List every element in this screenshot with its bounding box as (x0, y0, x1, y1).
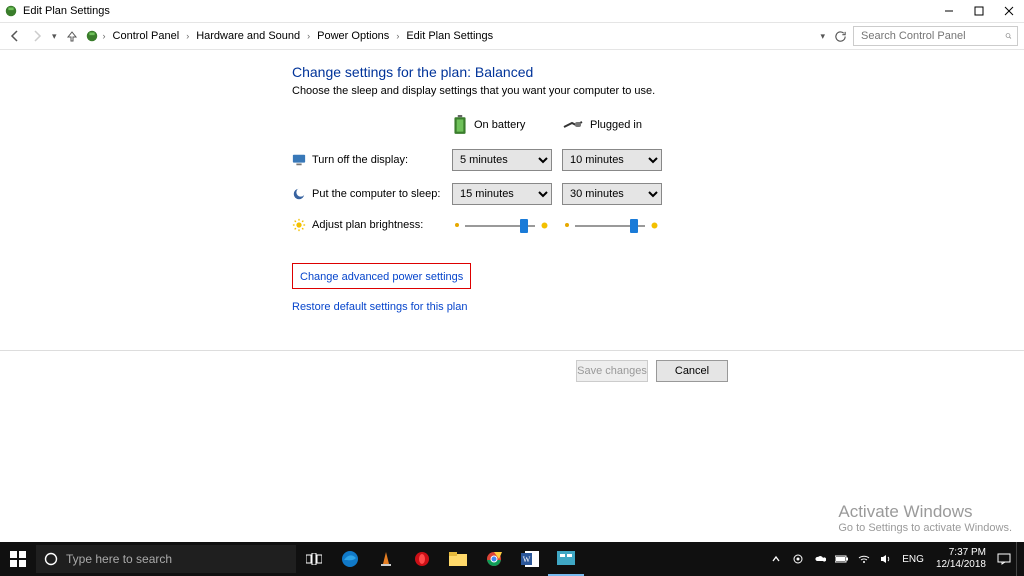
up-button[interactable] (63, 27, 81, 45)
edge-icon[interactable] (332, 542, 368, 576)
chevron-right-icon[interactable]: › (307, 31, 310, 41)
opera-icon[interactable] (404, 542, 440, 576)
activate-windows-watermark: Activate Windows Go to Settings to activ… (838, 502, 1012, 534)
chevron-right-icon[interactable]: › (103, 31, 106, 41)
row-label-text: Put the computer to sleep: (312, 188, 440, 200)
back-button[interactable] (6, 27, 24, 45)
power-options-icon (85, 29, 99, 43)
row-brightness: Adjust plan brightness: (292, 217, 1024, 233)
toolbar: ▾ › Control Panel › Hardware and Sound ›… (0, 22, 1024, 50)
tray-chevron-up-icon[interactable] (766, 542, 786, 576)
moon-icon (292, 187, 306, 201)
row-label-text: Turn off the display: (312, 154, 408, 166)
column-plugged-in: Plugged in (562, 118, 672, 132)
refresh-button[interactable] (831, 27, 849, 45)
action-center-button[interactable] (994, 542, 1014, 576)
title-bar: Edit Plan Settings (0, 0, 1024, 22)
highlighted-link-box: Change advanced power settings (292, 263, 471, 289)
watermark-subtitle: Go to Settings to activate Windows. (838, 522, 1012, 534)
battery-icon (452, 115, 468, 135)
address-dropdown-button[interactable]: ▾ (818, 31, 827, 42)
page-heading: Change settings for the plan: Balanced (292, 64, 1024, 80)
column-on-battery: On battery (452, 115, 562, 135)
row-sleep: Put the computer to sleep: 15 minutes 30… (292, 183, 1024, 205)
column-label: On battery (474, 119, 525, 131)
settings-taskbar-icon[interactable] (548, 542, 584, 576)
tray-time: 7:37 PM (936, 547, 986, 559)
sleep-battery-select[interactable]: 15 minutes (452, 183, 552, 205)
tray-date: 12/14/2018 (936, 559, 986, 571)
forward-button[interactable] (28, 27, 46, 45)
chrome-icon[interactable] (476, 542, 512, 576)
breadcrumb: › Control Panel › Hardware and Sound › P… (103, 28, 815, 44)
search-input[interactable] (859, 29, 1005, 43)
taskbar: Type here to search W ENG 7:37 PM 12/14/… (0, 542, 1024, 576)
plug-icon (562, 118, 584, 132)
window-title: Edit Plan Settings (23, 5, 934, 17)
tray-volume-icon[interactable] (876, 542, 896, 576)
brightness-plugged-slider[interactable] (562, 217, 672, 233)
windows-icon (10, 551, 26, 567)
content-area: Change settings for the plan: Balanced C… (0, 50, 1024, 542)
search-icon (1005, 30, 1012, 42)
sun-small-icon (452, 220, 462, 230)
search-box[interactable] (853, 26, 1018, 46)
button-row: Save changes Cancel (0, 350, 1024, 390)
close-button[interactable] (994, 0, 1024, 22)
monitor-icon (292, 153, 306, 167)
chevron-right-icon[interactable]: › (186, 31, 189, 41)
breadcrumb-power-options[interactable]: Power Options (314, 28, 392, 44)
word-icon[interactable]: W (512, 542, 548, 576)
sun-small-icon (562, 220, 572, 230)
chevron-right-icon[interactable]: › (396, 31, 399, 41)
system-tray: ENG 7:37 PM 12/14/2018 (766, 542, 1024, 576)
breadcrumb-edit-plan[interactable]: Edit Plan Settings (403, 28, 496, 44)
tray-location-icon[interactable] (788, 542, 808, 576)
start-button[interactable] (0, 542, 36, 576)
recent-locations-button[interactable]: ▾ (50, 31, 59, 42)
cortana-icon (44, 552, 58, 566)
vlc-icon[interactable] (368, 542, 404, 576)
file-explorer-icon[interactable] (440, 542, 476, 576)
display-plugged-select[interactable]: 10 minutes (562, 149, 662, 171)
sun-large-icon (648, 219, 661, 232)
page-subheading: Choose the sleep and display settings th… (292, 85, 1024, 97)
tray-wifi-icon[interactable] (854, 542, 874, 576)
brightness-battery-slider[interactable] (452, 217, 562, 233)
column-label: Plugged in (590, 119, 642, 131)
maximize-button[interactable] (964, 0, 994, 22)
sleep-plugged-select[interactable]: 30 minutes (562, 183, 662, 205)
sun-large-icon (538, 219, 551, 232)
power-options-icon (4, 4, 18, 18)
taskbar-search[interactable]: Type here to search (36, 545, 296, 573)
restore-defaults-link[interactable]: Restore default settings for this plan (292, 301, 467, 313)
row-turn-off-display: Turn off the display: 5 minutes 10 minut… (292, 149, 1024, 171)
task-view-button[interactable] (296, 542, 332, 576)
tray-onedrive-icon[interactable] (810, 542, 830, 576)
watermark-title: Activate Windows (838, 502, 1012, 522)
change-advanced-link[interactable]: Change advanced power settings (300, 271, 463, 283)
row-label-text: Adjust plan brightness: (312, 219, 423, 231)
tray-battery-icon[interactable] (832, 542, 852, 576)
save-changes-button[interactable]: Save changes (576, 360, 648, 382)
tray-language[interactable]: ENG (898, 554, 928, 565)
minimize-button[interactable] (934, 0, 964, 22)
cancel-button[interactable]: Cancel (656, 360, 728, 382)
svg-text:W: W (523, 555, 531, 564)
taskbar-search-placeholder: Type here to search (66, 552, 172, 566)
show-desktop-button[interactable] (1016, 542, 1020, 576)
breadcrumb-control-panel[interactable]: Control Panel (110, 28, 183, 44)
display-battery-select[interactable]: 5 minutes (452, 149, 552, 171)
tray-clock[interactable]: 7:37 PM 12/14/2018 (930, 547, 992, 571)
sun-icon (292, 218, 306, 232)
breadcrumb-hardware-sound[interactable]: Hardware and Sound (193, 28, 303, 44)
